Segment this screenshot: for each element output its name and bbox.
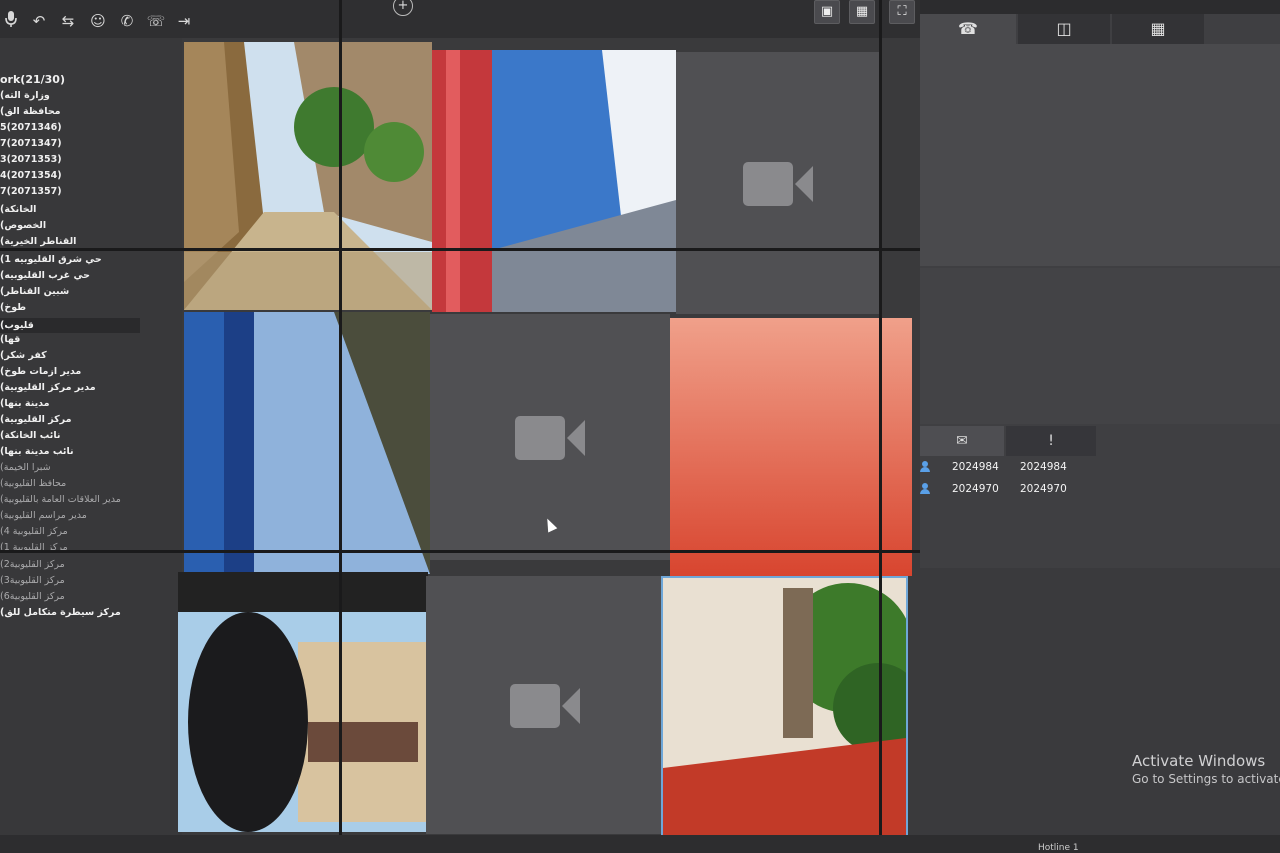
video-tile-2[interactable] — [432, 50, 676, 312]
user-name: 2024984 — [1020, 461, 1067, 473]
tab-messages[interactable]: ✉ — [920, 426, 1004, 456]
tab-calls[interactable]: ☎ — [920, 14, 1016, 44]
blurred-video-frame — [432, 50, 676, 312]
exit-icon[interactable]: ⇥ — [173, 10, 195, 32]
alert-icon: ! — [1048, 433, 1054, 449]
tree-item[interactable]: (مركز القليوبية2 — [0, 557, 65, 572]
video-tile-4[interactable] — [184, 312, 430, 574]
tree-item[interactable]: (مدير ازمات طوخ — [0, 364, 81, 379]
tree-item[interactable]: (محافظ القليوبية — [0, 476, 66, 491]
tree-item[interactable]: (شبين القناطر — [0, 284, 69, 299]
user-id: 2024970 — [952, 483, 999, 495]
call-back-icon[interactable]: ↶ — [28, 10, 50, 32]
mail-icon: ✉ — [956, 433, 968, 449]
tree-item[interactable]: (مدير العلاقات العامة بالقليوبية — [0, 492, 121, 507]
contact-icon[interactable]: ☺ — [87, 10, 109, 32]
user-row[interactable]: 2024970 2024970 — [920, 479, 1120, 499]
microphone-icon[interactable] — [0, 10, 22, 32]
video-tile-1[interactable] — [184, 42, 432, 310]
street-video-frame — [184, 42, 432, 310]
tree-item[interactable]: 5(2071346) — [0, 120, 62, 135]
tab-video-grid[interactable]: ▦ — [1112, 14, 1204, 44]
blurred-video-frame — [670, 318, 912, 576]
tree-item[interactable]: (مدينة بنها — [0, 396, 50, 411]
tree-item[interactable]: (نائب الخانكة — [0, 428, 61, 443]
bezel-seam — [879, 0, 882, 853]
video-camera-icon — [510, 680, 580, 730]
car-video-frame — [178, 572, 428, 832]
tree-item[interactable]: (مركز سيطرة متكامل للق — [0, 605, 121, 620]
right-panel: ☎ ◫ ▦ ✉ ! 2024984 2024984 2024970 202497… — [920, 0, 1280, 853]
tree-item[interactable]: (محافظة الق — [0, 104, 61, 119]
tree-item[interactable]: (الخصوص — [0, 218, 46, 233]
tree-item[interactable]: (القناطر الخيرية — [0, 234, 76, 249]
user-name: 2024970 — [1020, 483, 1067, 495]
tree-item[interactable]: (كفر شكر — [0, 348, 47, 363]
tree-item[interactable]: (مركز القليوبية — [0, 412, 71, 427]
fullscreen-button[interactable]: ⛶ — [889, 0, 915, 24]
tree-item[interactable]: (وزارة الته — [0, 88, 50, 103]
tree-item[interactable]: 3(2071353) — [0, 152, 62, 167]
blurred-video-frame — [184, 312, 430, 574]
add-camera-icon[interactable]: + — [393, 0, 413, 16]
tree-item[interactable]: (قها — [0, 332, 20, 347]
tree-item[interactable]: (مدير مركز القليوبية — [0, 380, 96, 395]
video-grid-icon: ▦ — [1150, 19, 1166, 38]
status-bar — [0, 835, 1280, 853]
call-list-area — [920, 44, 1280, 266]
tree-item[interactable]: 4(2071354) — [0, 168, 62, 183]
tree-item[interactable]: (شبرا الخيمة — [0, 460, 51, 475]
tree-item[interactable]: (مدير مراسم القليوبية — [0, 508, 87, 523]
activation-watermark-title: Activate Windows — [1132, 752, 1266, 770]
tree-item[interactable]: (نائب مدينة بنها — [0, 444, 74, 459]
grid-layout-button[interactable]: ▦ — [849, 0, 875, 24]
top-toolbar: ↶ ⇆ ☺ ✆ ☏ ⇥ + ▣ ▦ ⛶ — [0, 0, 925, 38]
video-tile-3-empty[interactable] — [676, 52, 880, 314]
tab-alerts[interactable]: ! — [1006, 426, 1096, 456]
transfer-icon[interactable]: ⇆ — [57, 10, 79, 32]
cctv-icon: ◫ — [1056, 19, 1072, 38]
tree-item[interactable]: (الخانكة — [0, 202, 36, 217]
panel-area — [920, 268, 1280, 424]
right-panel-header — [920, 0, 1280, 14]
tree-item[interactable]: (حي شرق القليوبيه 1 — [0, 252, 102, 267]
tree-item[interactable]: 7(2071347) — [0, 136, 62, 151]
video-camera-icon — [515, 412, 585, 462]
user-id: 2024984 — [952, 461, 999, 473]
video-tile-8-empty[interactable] — [426, 576, 664, 834]
video-tile-7[interactable] — [178, 572, 428, 832]
tree-item-selected[interactable]: (قليوب — [0, 318, 140, 333]
user-row[interactable]: 2024984 2024984 — [920, 457, 1120, 477]
activation-watermark-subtitle: Go to Settings to activate W — [1132, 772, 1280, 786]
tab-cameras[interactable]: ◫ — [1018, 14, 1110, 44]
tree-item[interactable]: (مركز القليوبية 4 — [0, 524, 68, 539]
screen-layout-button[interactable]: ▣ — [814, 0, 840, 24]
user-icon — [920, 483, 930, 494]
video-tile-6[interactable] — [670, 318, 912, 576]
tree-item[interactable]: (حي غرب القليوبيه — [0, 268, 90, 283]
video-camera-icon — [743, 158, 813, 208]
tree-video-frame — [663, 578, 906, 836]
tree-item[interactable]: (مركز القليوبية6 — [0, 589, 65, 604]
organization-tree: ork(21/30) (وزارة الته (محافظة الق 5(207… — [0, 38, 182, 853]
status-text: Hotline 1 — [1038, 843, 1079, 853]
video-tile-9-selected[interactable] — [661, 576, 908, 838]
tree-item[interactable]: ork(21/30) — [0, 72, 65, 87]
phone-icon: ☎ — [958, 19, 978, 38]
bezel-seam — [339, 0, 342, 853]
lower-panel-area — [920, 568, 1280, 835]
tree-item[interactable]: (طوخ — [0, 300, 26, 315]
user-icon — [920, 461, 930, 472]
hangup-icon[interactable]: ☏ — [145, 10, 167, 32]
tree-item[interactable]: (مركز القليوبية3 — [0, 573, 65, 588]
phone-icon[interactable]: ✆ — [116, 10, 138, 32]
tree-item[interactable]: 7(2071357) — [0, 184, 62, 199]
